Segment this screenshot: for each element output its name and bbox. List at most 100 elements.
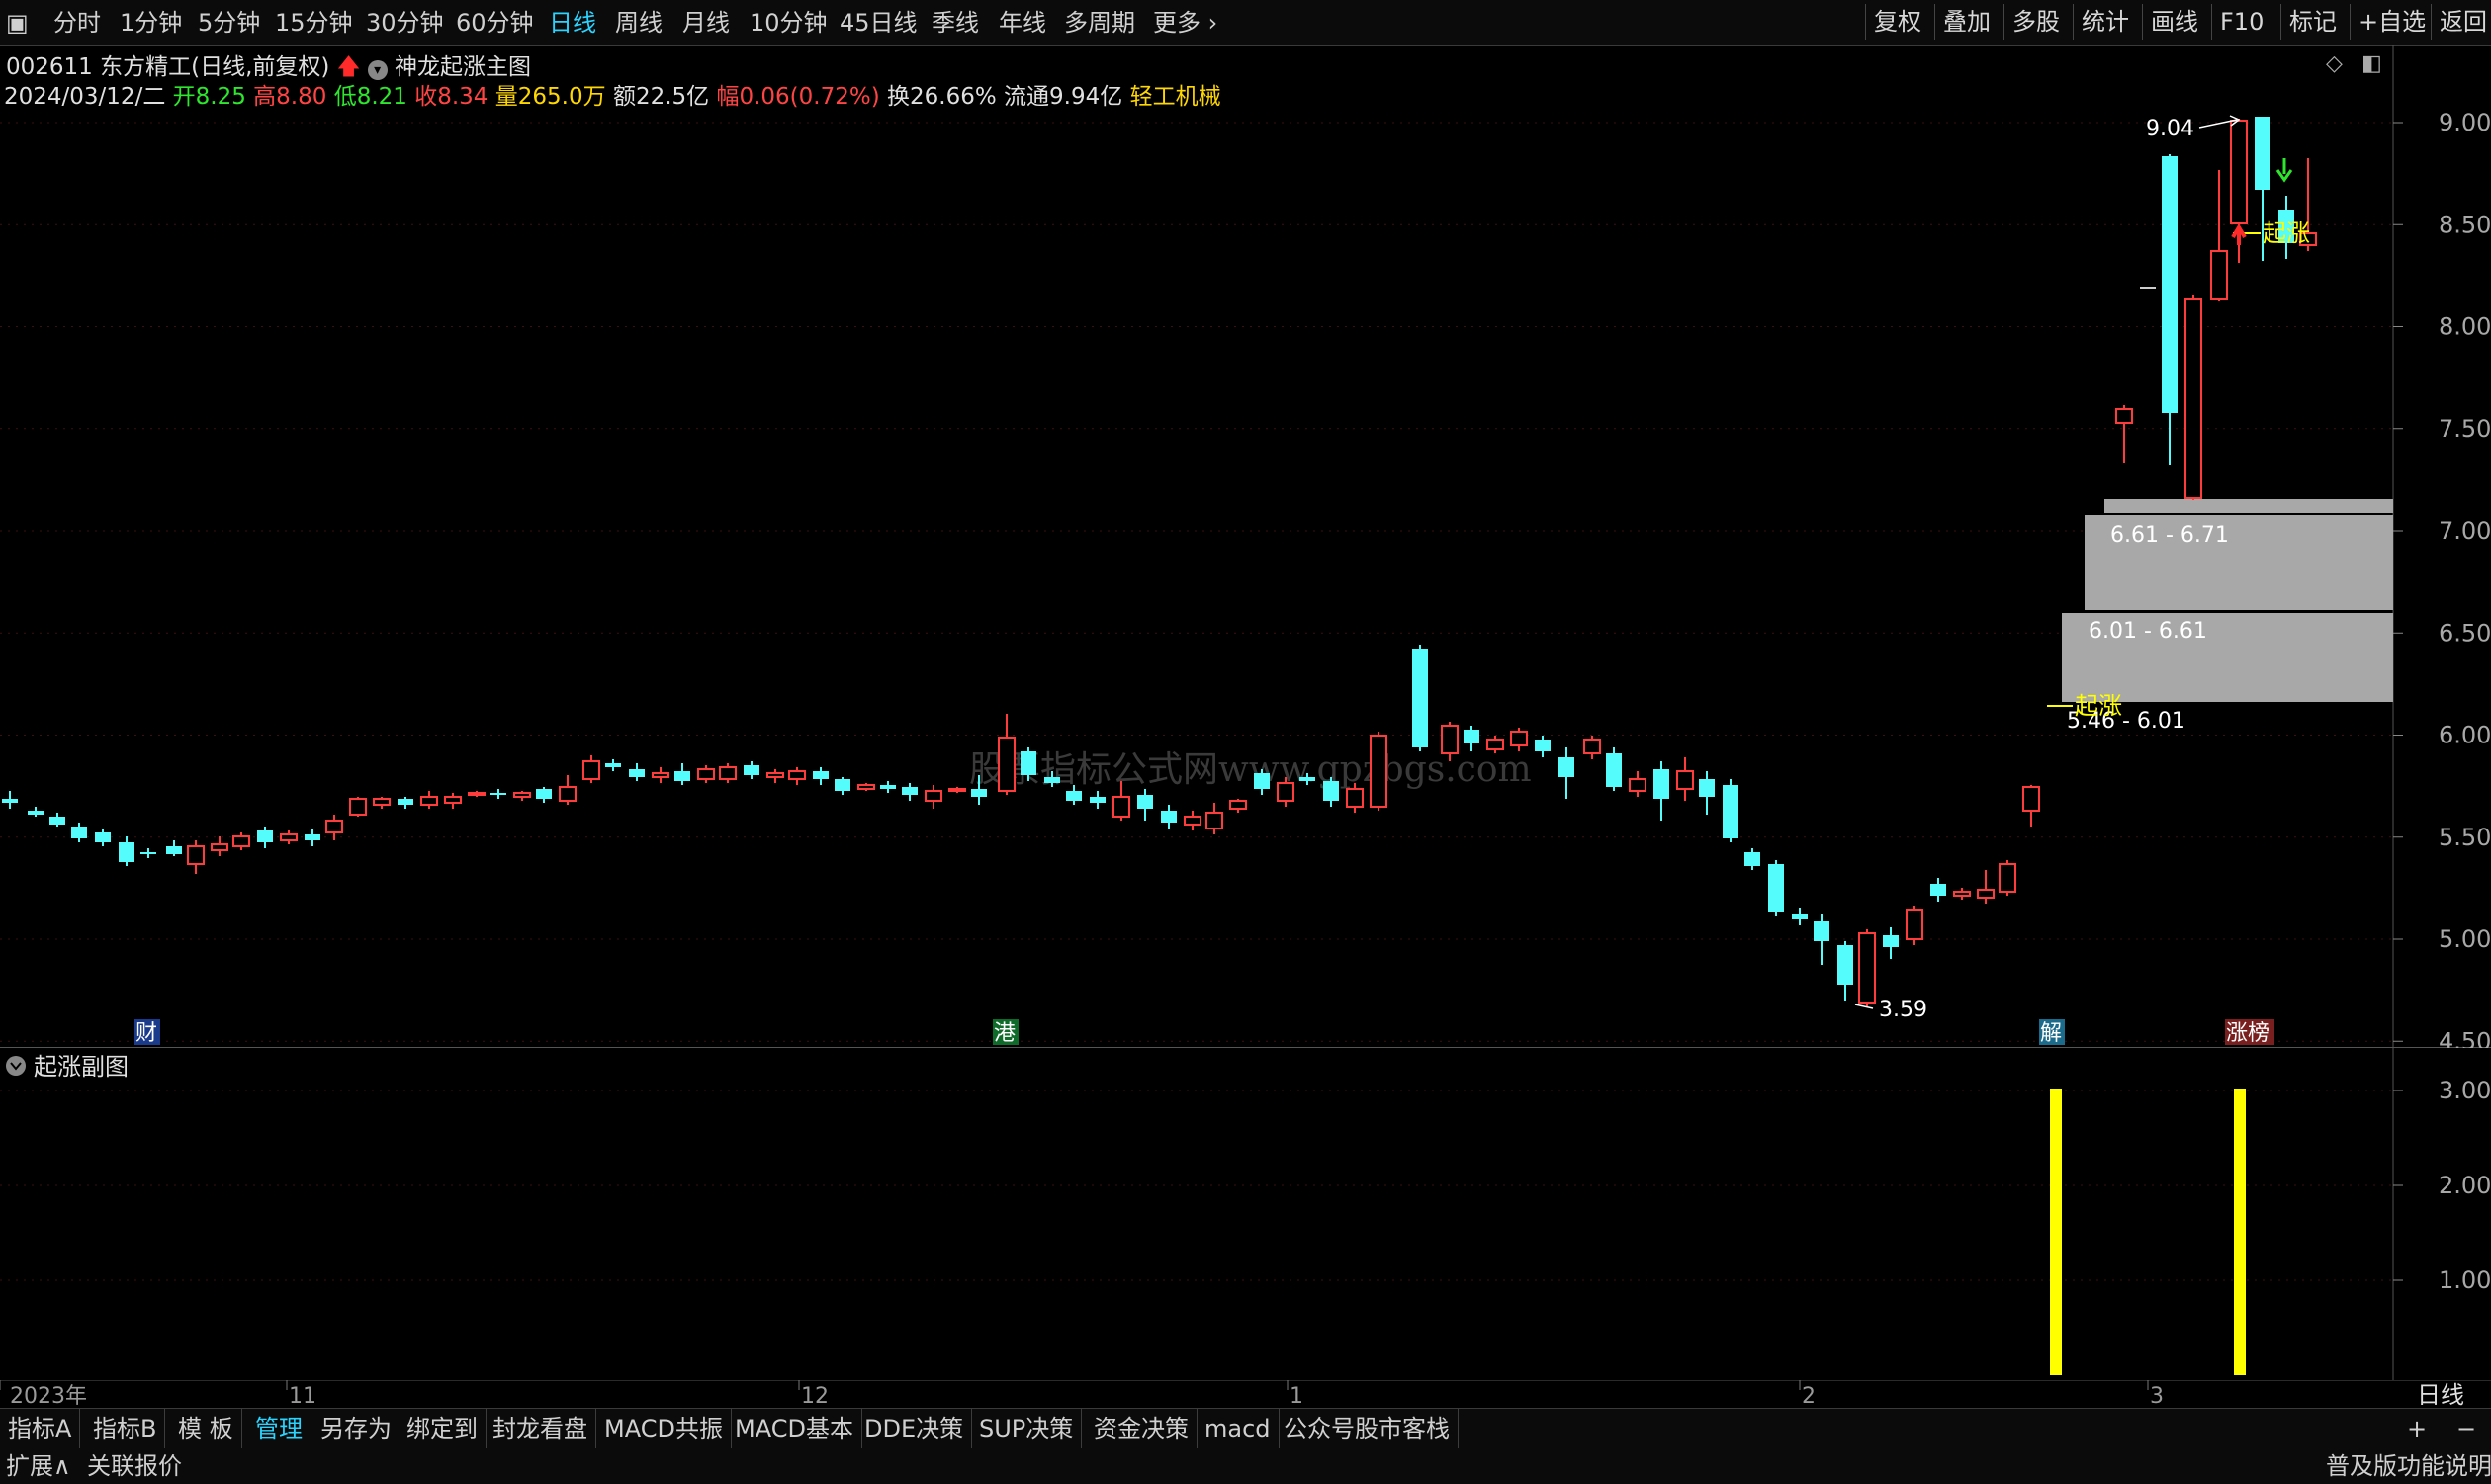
back-button[interactable]: 返回	[2431, 4, 2491, 40]
candle-body-up	[1370, 735, 1387, 808]
overlay-button[interactable]: 叠加	[1934, 4, 1999, 40]
tab-save-as[interactable]: 另存为	[312, 1409, 400, 1448]
candle-body-down	[49, 817, 65, 825]
tab-sup[interactable]: SUP决策	[971, 1409, 1083, 1448]
period-fenshi[interactable]: 分时	[53, 6, 101, 40]
tab-wechat[interactable]: 公众号股市客栈	[1276, 1409, 1459, 1448]
candle-body-up	[788, 770, 806, 780]
qizhang-sub-chart[interactable]: 3.00 2.00 1.00 起涨副图	[0, 1048, 2491, 1380]
tab-indicator-a[interactable]: 指标A	[0, 1409, 81, 1448]
x-label-feb: 2	[1802, 1384, 1816, 1408]
period-toolbar: ▣ 分时 1分钟 5分钟 15分钟 30分钟 60分钟 日线 周线 月线 10分…	[0, 0, 2491, 46]
low-price-label: 3.59	[1879, 998, 1927, 1022]
candle-body-down	[1768, 864, 1784, 912]
candle-body-up	[1977, 889, 1995, 899]
candle-body-up	[2210, 250, 2228, 300]
toolbar-menu-icon[interactable]: ▣	[6, 6, 29, 40]
period-multi[interactable]: 多周期	[1064, 6, 1135, 40]
event-marker-hk[interactable]: 港	[994, 1021, 1016, 1046]
candle-body-down	[605, 763, 621, 767]
tab-dde[interactable]: DDE决策	[856, 1409, 973, 1448]
low-arrow-icon	[1854, 1004, 1874, 1009]
edition-info-link[interactable]: 普及版功能说明	[2326, 1448, 2491, 1484]
candle-body-down	[1323, 781, 1339, 801]
candle-body-down	[1930, 884, 1946, 896]
event-marker-finance[interactable]: 财	[135, 1021, 157, 1046]
candle-body-down	[1723, 785, 1738, 838]
expand-button[interactable]: 扩展∧	[6, 1448, 71, 1484]
tab-indicator-b[interactable]: 指标B	[85, 1409, 166, 1448]
candle-body-down	[140, 852, 156, 854]
candle-body-down	[2255, 117, 2270, 190]
period-yearly[interactable]: 年线	[999, 6, 1046, 40]
period-weekly[interactable]: 周线	[615, 6, 663, 40]
period-5min[interactable]: 5分钟	[198, 6, 260, 40]
period-1min[interactable]: 1分钟	[120, 6, 182, 40]
add-watchlist-button[interactable]: +自选	[2350, 4, 2434, 40]
candle-body-up	[1953, 891, 1971, 897]
candle-body-up	[1346, 788, 1364, 808]
sub-chart-title[interactable]: 起涨副图	[34, 1053, 129, 1081]
y-tick-label: 5.00	[2439, 925, 2491, 953]
candle-body-up	[1112, 796, 1130, 818]
period-60min[interactable]: 60分钟	[456, 6, 534, 40]
x-label-mar: 3	[2150, 1384, 2164, 1408]
tab-template[interactable]: 模 板	[170, 1409, 242, 1448]
stats-button[interactable]: 统计	[2073, 4, 2137, 40]
candle-body-up	[373, 798, 391, 806]
f10-button[interactable]: F10	[2211, 4, 2271, 40]
candlestick-chart[interactable]: 9.00 8.50 8.00 7.50 7.00 6.50 6.00 5.50 5.00 4.50…	[0, 45, 2491, 1048]
candle-body-up	[2115, 408, 2133, 424]
candle-body-up	[232, 835, 250, 847]
event-marker-zhangbang[interactable]: 涨榜	[2226, 1021, 2269, 1046]
period-15min[interactable]: 15分钟	[275, 6, 353, 40]
event-marker-unlock[interactable]: 解	[2040, 1021, 2062, 1046]
period-quarter[interactable]: 季线	[932, 6, 979, 40]
sub-indicator-dropdown-icon[interactable]	[6, 1056, 26, 1076]
mark-button[interactable]: 标记	[2280, 4, 2345, 40]
candle-body-up	[948, 788, 966, 792]
multi-stock-button[interactable]: 多股	[2003, 4, 2068, 40]
candle-body-down	[1412, 649, 1428, 747]
sub-grid-lines	[0, 1090, 2393, 1281]
candle-body-down	[257, 830, 273, 842]
period-more[interactable]: 更多 ›	[1153, 6, 1217, 40]
candle-body-up	[1906, 909, 1923, 940]
draw-line-button[interactable]: 画线	[2142, 4, 2206, 40]
x-axis-period[interactable]: 日线	[2417, 1381, 2464, 1408]
period-monthly[interactable]: 月线	[682, 6, 730, 40]
candle-body-down	[1299, 777, 1315, 781]
candle-body-down	[119, 842, 134, 862]
tab-macd-basic[interactable]: MACD基本	[727, 1409, 862, 1448]
tab-manage[interactable]: 管理	[247, 1409, 311, 1448]
sub-y-tick-label: 1.00	[2439, 1266, 2491, 1294]
candle-body-up	[513, 792, 531, 798]
candle-body-up	[1510, 731, 1528, 746]
period-daily[interactable]: 日线	[549, 6, 596, 40]
zoom-out-button[interactable]: −	[2456, 1411, 2476, 1446]
period-30min[interactable]: 30分钟	[366, 6, 444, 40]
zoom-in-button[interactable]: +	[2407, 1411, 2427, 1446]
fuquan-button[interactable]: 复权	[1865, 4, 1929, 40]
period-45day[interactable]: 45日线	[840, 6, 918, 40]
candle-body-down	[744, 765, 759, 775]
candle-body-up	[998, 737, 1016, 792]
candle-body-down	[2, 799, 18, 803]
candle-body-up	[1441, 725, 1459, 754]
candle-body-up	[2022, 786, 2040, 812]
green-down-signal-icon	[2275, 158, 2293, 183]
candle-body-up	[325, 820, 343, 833]
signal-bar-1	[2050, 1089, 2062, 1375]
period-10min[interactable]: 10分钟	[750, 6, 828, 40]
tab-fenglong[interactable]: 封龙看盘	[485, 1409, 596, 1448]
related-quote-button[interactable]: 关联报价	[87, 1448, 182, 1484]
tab-capital[interactable]: 资金决策	[1086, 1409, 1198, 1448]
candle-body-down	[880, 785, 896, 789]
tab-macd[interactable]: macd	[1197, 1409, 1280, 1448]
zone-band-top	[2104, 499, 2393, 513]
tab-macd-resonance[interactable]: MACD共振	[596, 1409, 732, 1448]
qizhang-signal-label-1: 起涨	[2075, 692, 2122, 720]
candle-body-up	[1858, 932, 1876, 1004]
y-tick-label: 4.50	[2439, 1027, 2491, 1048]
tab-bind-to[interactable]: 绑定到	[399, 1409, 487, 1448]
